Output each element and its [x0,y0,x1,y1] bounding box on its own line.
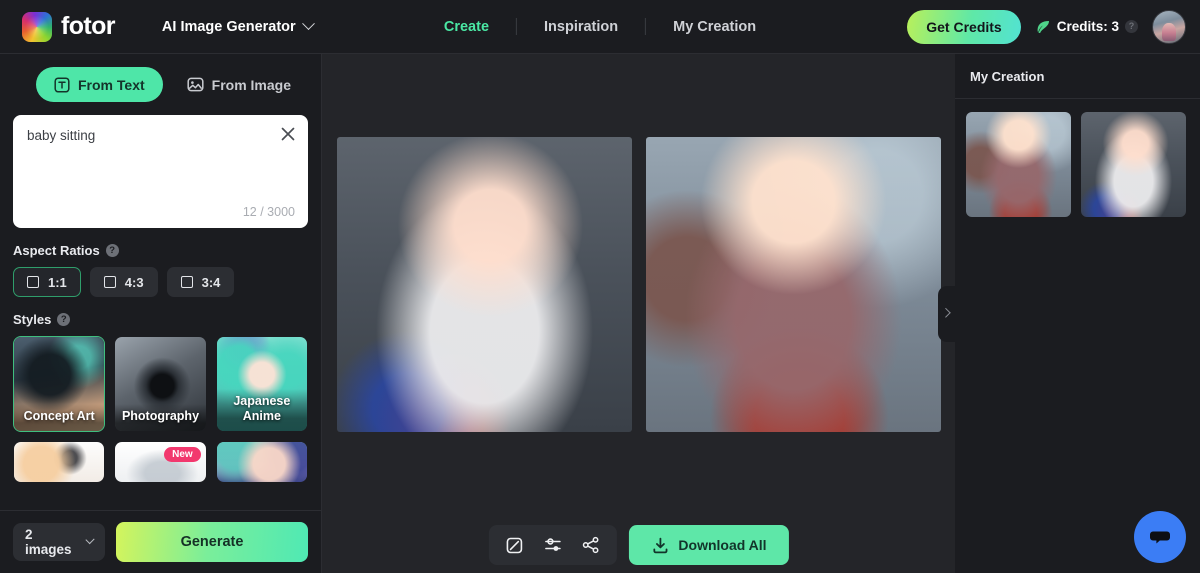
generation-mode-tabs: From Text From Image [11,54,310,113]
aspect-ratio-options: 1:1 4:3 3:4 [11,267,310,297]
app-switcher-label: AI Image Generator [161,18,296,35]
square-icon [103,276,116,288]
prompt-textarea[interactable]: baby sitting 12 / 3000 [13,115,308,228]
aspect-ratio-1-1[interactable]: 1:1 [13,267,81,297]
main-canvas: Download All [322,54,955,573]
save-icon [506,537,523,553]
prompt-value: baby sitting [27,128,96,143]
tab-from-text-label: From Text [78,76,145,93]
share-button[interactable] [574,529,606,561]
fotor-ai-image-generator-app: fotor AI Image Generator Create Inspirat… [0,0,1200,573]
chevron-down-icon [85,534,95,544]
text-icon [54,76,70,93]
user-avatar[interactable] [1152,9,1186,44]
styles-grid-row-2: New [11,441,310,483]
style-card-photography[interactable]: Photography [114,336,206,432]
fotor-logo-icon [22,11,52,42]
share-icon [582,536,598,554]
chevron-right-icon [940,307,951,318]
header-actions: Get Credits Credits: 3 ? [907,9,1200,44]
my-creation-title: My Creation [955,54,1200,99]
download-all-label: Download All [678,537,767,553]
styles-title: Styles [13,312,52,327]
download-icon [652,537,667,553]
creation-thumbnail-1[interactable] [966,112,1071,217]
new-badge: New [164,447,201,462]
nav-item-inspiration[interactable]: Inspiration [517,19,645,35]
sidebar-footer: 2 images Generate [0,510,321,573]
style-card-concept-art[interactable]: Concept Art [13,336,106,432]
styles-heading: Styles ? [13,312,310,327]
aspect-ratios-heading: Aspect Ratios ? [13,243,310,258]
aspect-ratios-title: Aspect Ratios [13,243,100,258]
tab-from-image[interactable]: From Image [169,67,309,102]
get-credits-button[interactable]: Get Credits [907,9,1021,44]
style-card-6[interactable] [216,441,308,483]
brand-logo[interactable]: fotor [0,11,116,42]
clear-prompt-icon[interactable] [278,124,298,144]
credits-display[interactable]: Credits: 3 ? [1035,19,1138,35]
style-card-label: Photography [115,403,206,431]
square-icon [27,276,39,288]
aspect-ratios-help-icon[interactable]: ? [105,244,119,257]
my-creation-panel: My Creation [955,54,1200,573]
style-thumbnail [14,442,105,482]
chat-bubble-icon [1150,531,1170,544]
tab-from-image-label: From Image [211,76,291,93]
aspect-ratio-3-4[interactable]: 3:4 [166,267,235,297]
style-card-label: Japanese Anime [216,389,307,431]
save-button[interactable] [498,529,530,561]
aspect-ratio-4-3[interactable]: 4:3 [89,267,158,297]
style-thumbnail [216,442,307,482]
style-card-japanese-anime[interactable]: Japanese Anime [216,336,308,432]
creation-thumbnail-2[interactable] [1081,112,1186,217]
styles-help-icon[interactable]: ? [57,313,71,326]
adjust-button[interactable] [536,529,568,561]
leaf-icon [1037,20,1049,33]
chevron-down-icon [301,17,315,31]
tool-group [488,525,617,565]
nav-item-my-creation[interactable]: My Creation [646,19,783,35]
generated-results [336,137,941,432]
aspect-ratio-3-4-label: 3:4 [201,274,221,290]
chat-support-button[interactable] [1134,511,1186,563]
nav-item-create[interactable]: Create [417,19,516,35]
image-count-value: 2 images [25,527,72,557]
collapse-right-panel-handle[interactable] [938,285,955,342]
aspect-ratio-1-1-label: 1:1 [48,274,67,290]
sidebar-content: From Text From Image baby sitting 12 / 3… [0,54,321,510]
image-icon [187,77,204,92]
styles-grid: Concept Art Photography Japanese Anime [11,336,310,432]
style-card-4[interactable] [13,441,105,483]
tab-from-text[interactable]: From Text [36,67,163,102]
prompt-char-counter: 12 / 3000 [242,205,295,219]
app-switcher[interactable]: AI Image Generator [161,17,315,35]
aspect-ratio-4-3-label: 4:3 [124,274,144,290]
square-icon [180,276,193,288]
app-header: fotor AI Image Generator Create Inspirat… [0,0,1200,54]
my-creation-thumbnails [955,99,1200,230]
app-body: From Text From Image baby sitting 12 / 3… [0,54,1200,573]
generated-image-2[interactable] [645,137,941,432]
canvas-toolbar: Download All [488,525,789,565]
credits-help-icon[interactable]: ? [1125,20,1138,33]
left-sidebar: From Text From Image baby sitting 12 / 3… [0,54,322,573]
credits-label: Credits: 3 [1056,19,1119,34]
brand-name: fotor [61,12,116,40]
generated-image-1[interactable] [336,137,632,432]
style-card-label: Concept Art [14,403,105,431]
image-count-select[interactable]: 2 images [13,523,105,561]
main-nav: Create Inspiration My Creation [417,18,783,35]
download-all-button[interactable]: Download All [628,525,789,565]
generate-button[interactable]: Generate [116,522,308,562]
style-card-5[interactable]: New [114,441,206,483]
adjust-icon [544,538,561,551]
